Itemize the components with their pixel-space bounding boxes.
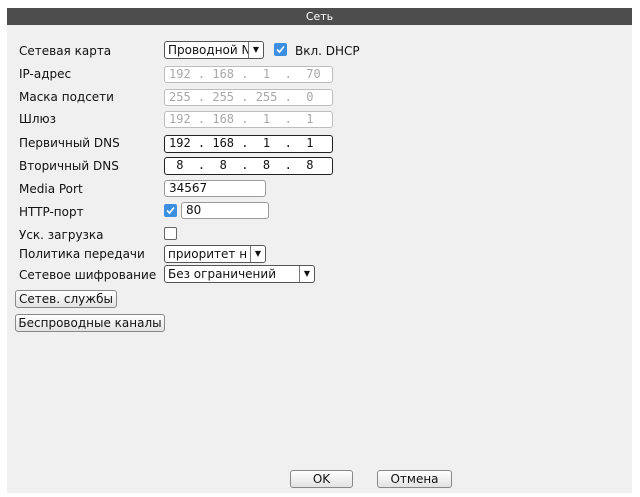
ok-button[interactable]: OK bbox=[290, 470, 353, 488]
check-icon bbox=[166, 206, 175, 215]
net-services-button[interactable]: Сетев. службы bbox=[15, 290, 117, 308]
chevron-down-icon: ▼ bbox=[248, 42, 263, 58]
network-card-value: Проводной N bbox=[168, 43, 248, 57]
transfer-policy-value: приоритет н bbox=[168, 247, 248, 261]
http-port-checkbox[interactable] bbox=[164, 204, 177, 217]
ip-field[interactable]: 192 . 168 . 1 . 70 bbox=[164, 66, 333, 83]
http-port-label: HTTP-порт bbox=[19, 205, 84, 219]
media-port-label: Media Port bbox=[19, 182, 83, 196]
network-card-select[interactable]: Проводной N ▼ bbox=[164, 41, 264, 59]
dns1-field[interactable]: 192 . 168 . 1 . 1 bbox=[164, 135, 333, 153]
mask-field[interactable]: 255 . 255 . 255 . 0 bbox=[164, 89, 333, 106]
encryption-value: Без ограничений bbox=[168, 267, 276, 281]
http-port-field[interactable]: 80 bbox=[181, 202, 269, 219]
chevron-down-icon: ▼ bbox=[250, 246, 265, 262]
encryption-select[interactable]: Без ограничений ▼ bbox=[164, 265, 315, 283]
dns2-field[interactable]: 8 . 8 . 8 . 8 bbox=[164, 157, 333, 175]
wireless-channels-button[interactable]: Беспроводные каналы bbox=[15, 314, 165, 332]
transfer-policy-label: Политика передачи bbox=[19, 247, 145, 261]
fast-load-label: Уск. загрузка bbox=[19, 228, 104, 242]
cancel-button[interactable]: Отмена bbox=[377, 470, 452, 488]
fast-load-checkbox[interactable] bbox=[164, 227, 177, 240]
window-title: Сеть bbox=[7, 8, 632, 25]
encryption-label: Сетевое шифрование bbox=[19, 268, 157, 282]
check-icon bbox=[276, 45, 285, 54]
media-port-field[interactable]: 34567 bbox=[164, 180, 266, 197]
dhcp-label: Вкл. DHCP bbox=[295, 44, 360, 58]
transfer-policy-select[interactable]: приоритет н ▼ bbox=[164, 245, 266, 263]
gateway-field[interactable]: 192 . 168 . 1 . 1 bbox=[164, 111, 333, 128]
network-card-label: Сетевая карта bbox=[19, 44, 112, 58]
mask-label: Маска подсети bbox=[19, 90, 114, 104]
dhcp-checkbox[interactable] bbox=[274, 43, 287, 56]
gateway-label: Шлюз bbox=[19, 112, 56, 126]
dns2-label: Вторичный DNS bbox=[19, 159, 119, 173]
network-settings-window: Сеть Сетевая карта Проводной N ▼ Вкл. DH… bbox=[7, 8, 632, 493]
dns1-label: Первичный DNS bbox=[19, 136, 120, 150]
chevron-down-icon: ▼ bbox=[299, 266, 314, 282]
ip-label: IP-адрес bbox=[19, 67, 72, 81]
